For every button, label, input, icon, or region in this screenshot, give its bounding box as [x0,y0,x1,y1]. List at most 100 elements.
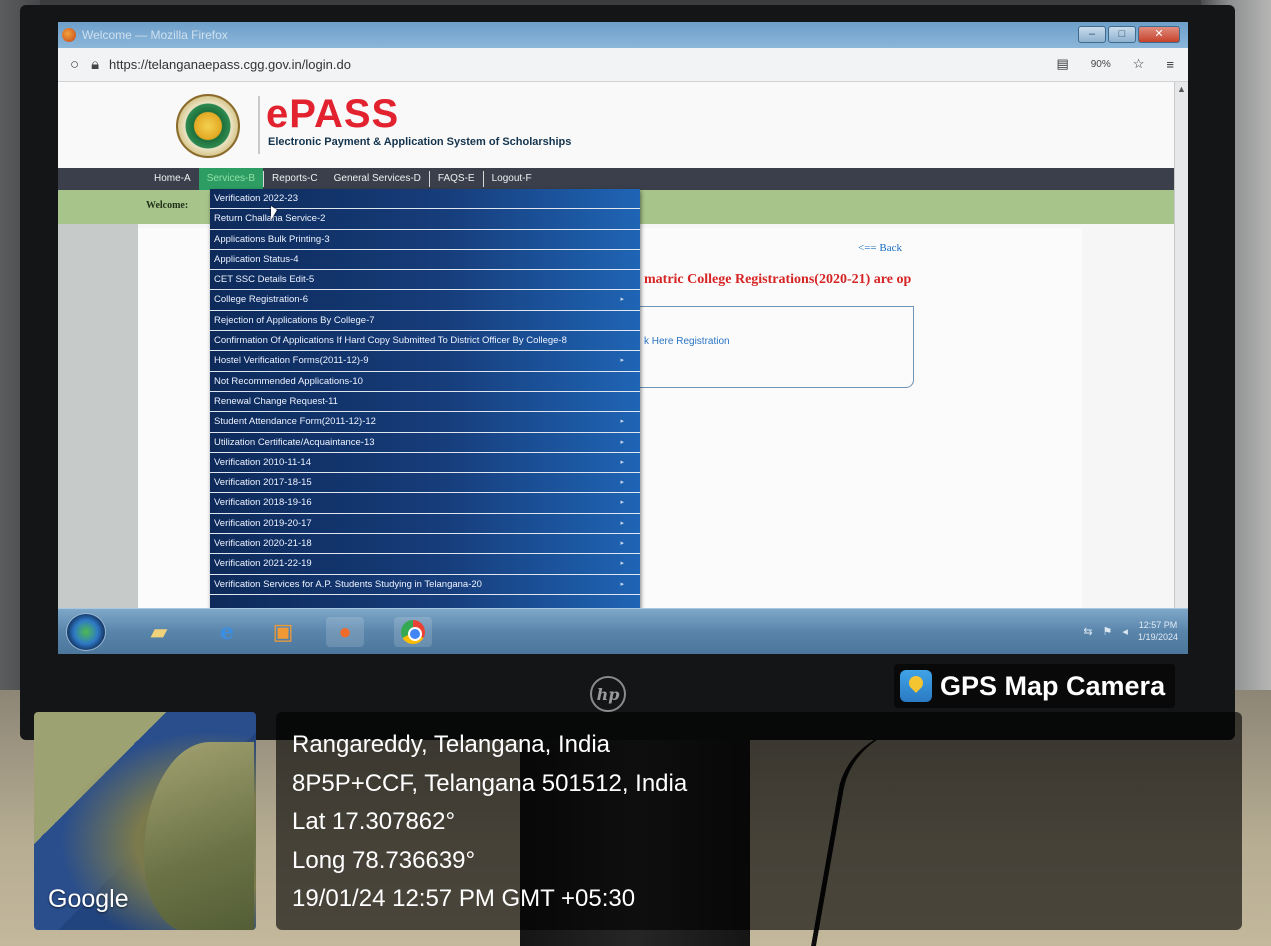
submenu-arrow-icon: ▸ [620,499,624,507]
minimize-button[interactable]: – [1078,26,1106,43]
flag-icon[interactable]: ⚑ [1103,625,1113,638]
volume-icon[interactable]: ◂ [1122,625,1128,638]
lock-icon[interactable]: 🔒︎ [91,56,99,73]
web-page: ePASS Electronic Payment & Application S… [58,82,1188,630]
mouse-cursor-icon [271,206,277,220]
dropdown-item[interactable]: Rejection of Applications By College-7 [210,311,640,332]
file-explorer-icon[interactable]: ▰ [140,617,178,647]
telangana-emblem-logo [176,94,240,158]
dropdown-item-label: CET SSC Details Edit-5 [214,274,315,286]
welcome-label: Welcome: [146,200,189,211]
dropdown-item-label: Verification Services for A.P. Students … [214,578,482,590]
dropdown-item-label: Student Attendance Form(2011-12)-12 [214,416,376,428]
submenu-arrow-icon: ▸ [620,438,624,446]
registration-box [638,306,914,388]
reader-view-icon[interactable]: ▤ [1056,56,1068,72]
dropdown-item[interactable]: Verification 2018-19-16 ▸ [210,493,640,514]
menu-general-services[interactable]: General Services-D [326,168,429,190]
services-dropdown-menu: Verification 2022-23 Return Challana Ser… [210,189,640,619]
firefox-taskbar-icon[interactable]: ● [326,617,364,647]
epass-logo-text: ePASS [266,92,400,136]
page-scrollbar[interactable]: ▲ [1174,82,1188,630]
dropdown-item-label: College Registration-6 [214,294,308,306]
dropdown-item[interactable]: Not Recommended Applications-10 [210,372,640,392]
gps-map-pin-icon [900,670,932,702]
submenu-arrow-icon: ▸ [620,540,624,548]
registration-link[interactable]: k Here Registration [644,336,730,347]
dropdown-item[interactable]: College Registration-6 ▸ [210,290,640,311]
clock-date: 1/19/2024 [1137,632,1178,642]
gps-info-box: Rangareddy, Telangana, India 8P5P+CCF, T… [276,712,1242,930]
dropdown-item-label: Renewal Change Request-11 [214,395,338,407]
menu-home[interactable]: Home-A [146,168,199,190]
scroll-up-icon[interactable]: ▲ [1175,84,1188,94]
window-controls: – □ ✕ [1078,26,1180,43]
dropdown-item[interactable]: Utilization Certificate/Acquaintance-13 ▸ [210,433,640,453]
zoom-level[interactable]: 90% [1091,59,1111,70]
gps-app-name: GPS Map Camera [940,670,1166,701]
back-link[interactable]: <== Back [858,242,902,254]
dropdown-item-label: Rejection of Applications By College-7 [214,314,375,326]
registration-notice: matric College Registrations(2020-21) ar… [644,272,912,287]
dropdown-item[interactable]: Renewal Change Request-11 [210,392,640,413]
dropdown-item[interactable]: Verification Services for A.P. Students … [210,575,640,595]
dropdown-item-label: Return Challana Service-2 [214,213,326,225]
datetime-text: 19/01/24 12:57 PM GMT +05:30 [292,885,636,913]
dropdown-item[interactable]: CET SSC Details Edit-5 [210,270,640,291]
dropdown-item[interactable]: Verification 2017-18-15 ▸ [210,473,640,494]
submenu-arrow-icon: ▸ [620,519,624,527]
dropdown-item-label: Verification 2017-18-15 [214,477,312,489]
address-text: 8P5P+CCF, Telangana 501512, India [292,769,688,797]
chrome-taskbar-icon[interactable] [394,617,432,647]
network-icon[interactable]: ⇆ [1083,625,1092,638]
dropdown-item-label: Verification 2022-23 [214,193,298,204]
monitor-screen: Welcome — Mozilla Firefox – □ ✕ ○ 🔒︎ htt… [58,22,1188,654]
dropdown-item[interactable]: Student Attendance Form(2011-12)-12 ▸ [210,412,640,433]
system-clock[interactable]: 12:57 PM 1/19/2024 [1138,619,1178,643]
menu-services[interactable]: Services-B [198,168,264,190]
logo-divider [258,96,260,154]
main-menu: Home-A Services-B Reports-C General Serv… [58,168,1174,190]
dropdown-item-label: Verification 2010-11-14 [214,456,311,468]
dropdown-item[interactable]: Confirmation Of Applications If Hard Cop… [210,331,640,352]
menu-faqs[interactable]: FAQS-E [430,168,483,190]
window-title: Welcome — Mozilla Firefox [82,28,228,42]
longitude-text: Long 78.736639° [292,846,476,874]
internet-explorer-icon[interactable]: e [208,617,246,647]
dropdown-item[interactable]: Applications Bulk Printing-3 [210,230,640,250]
close-button[interactable]: ✕ [1138,26,1180,43]
submenu-arrow-icon: ▸ [620,580,624,588]
start-button[interactable] [66,613,106,651]
dropdown-item[interactable]: Hostel Verification Forms(2011-12)-9 ▸ [210,351,640,372]
submenu-arrow-icon: ▸ [620,418,624,426]
dropdown-item-label: Applications Bulk Printing-3 [214,233,330,245]
menu-reports[interactable]: Reports-C [264,168,326,190]
dropdown-item-label: Verification 2019-20-17 [214,517,312,529]
dropdown-item-label: Verification 2018-19-16 [214,497,312,509]
dropdown-item[interactable]: Verification 2020-21-18 ▸ [210,534,640,555]
dropdown-item-label: Hostel Verification Forms(2011-12)-9 [214,355,369,367]
menu-hamburger-icon[interactable]: ≡ [1166,57,1174,72]
dropdown-item-label: Verification 2020-21-18 [214,538,312,550]
dropdown-item[interactable]: Application Status-4 [210,250,640,271]
site-header: ePASS Electronic Payment & Application S… [58,82,1174,168]
dropdown-item-label: Utilization Certificate/Acquaintance-13 [214,436,375,448]
menu-logout[interactable]: Logout-F [484,168,540,190]
shield-icon[interactable]: ○ [70,56,79,73]
dropdown-item-label: Not Recommended Applications-10 [214,375,363,387]
latitude-text: Lat 17.307862° [292,808,456,836]
browser-navbar: ○ 🔒︎ https://telanganaepass.cgg.gov.in/l… [58,48,1188,82]
dropdown-item-label: Application Status-4 [214,253,299,265]
chrome-logo-icon [401,620,425,644]
url-bar[interactable]: https://telanganaepass.cgg.gov.in/login.… [109,57,351,72]
submenu-arrow-icon: ▸ [620,479,624,487]
dropdown-item[interactable]: Verification 2021-22-19 ▸ [210,554,640,575]
bookmark-star-icon[interactable]: ☆ [1133,56,1145,72]
maximize-button[interactable]: □ [1108,26,1136,43]
submenu-arrow-icon: ▸ [620,296,624,304]
dropdown-item[interactable]: Verification 2010-11-14 ▸ [210,453,640,474]
dropdown-item[interactable]: Verification 2019-20-17 ▸ [210,514,640,535]
gps-camera-badge: GPS Map Camera [894,664,1176,708]
media-player-icon[interactable]: ▣ [264,617,302,647]
google-map-label: Google [48,885,129,913]
